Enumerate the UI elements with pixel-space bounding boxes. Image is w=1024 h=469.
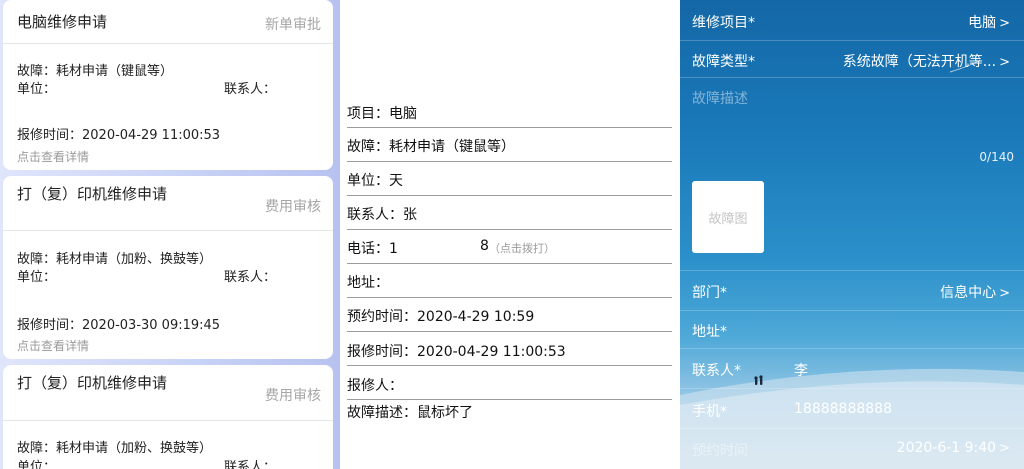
form-row-address[interactable]: 地址* [680,311,1024,349]
view-detail-link[interactable]: 点击查看详情 [17,148,89,165]
form-row-project[interactable]: 维修项目* 电脑 > [680,0,1024,41]
detail-project: 项目：电脑 [347,106,417,122]
detail-address-row: 地址： [347,264,672,298]
status-badge: 费用审核 [265,388,321,404]
contact-input[interactable]: 李 [794,360,808,380]
fault-text: 故障：耗材申请（加粉、换鼓等） [17,441,213,456]
detail-phone[interactable]: 电话：1 [347,238,398,258]
form-row-appointment[interactable]: 预约时间 2020-6-1 9:40 > [680,429,1024,469]
chevron-right-icon: > [999,441,1010,456]
address-label: 地址* [692,324,727,340]
contact-label: 联系人* [692,363,741,379]
detail-report-time: 报修时间：2020-04-29 11:00:53 [347,344,566,360]
unit-text: 单位： [17,270,57,285]
card-header: 打（复）印机维修申请 费用审核 [3,365,333,421]
detail-unit-row: 单位：天 [347,162,672,196]
phone-label: 手机* [692,404,727,420]
address-input[interactable] [794,317,1009,343]
appointment-value: 2020-6-1 9:40 [896,440,997,456]
repair-card[interactable]: 打（复）印机维修申请 费用审核 故障：耗材申请（加粉、换鼓等） 单位： 联系人：… [3,176,333,359]
fault-type-value: 系统故障（无法开机等... [842,54,997,70]
char-counter: 0/140 [979,150,1014,164]
fault-type-label: 故障类型* [692,54,755,70]
description-textarea[interactable]: 故障描述 [692,88,748,108]
form-row-department[interactable]: 部门* 信息中心 > [680,271,1024,311]
unit-text: 单位： [17,82,57,97]
dial-hint[interactable]: （点击拨打） [489,240,555,256]
contact-text: 联系人： [224,460,277,469]
card-title: 打（复）印机维修申请 [17,374,168,392]
report-time-text: 报修时间：2020-04-29 11:00:53 [17,128,221,143]
form-row-image-spacer [680,171,1024,271]
repair-detail-panel: 项目：电脑 故障：耗材申请（键鼠等） 单位：天 联系人：张 电话：1 8 （点击… [340,0,680,469]
unit-text: 单位： [17,460,57,469]
contact-text: 联系人： [224,270,277,285]
card-header: 电脑维修申请 新单审批 [3,0,333,44]
report-time-text: 报修时间：2020-03-30 09:19:45 [17,318,221,333]
phone-input[interactable]: 18888888888 [794,401,892,417]
chevron-right-icon: > [999,16,1010,31]
detail-description-row: 故障描述：鼠标坏了 [347,400,672,430]
detail-reporter-row: 报修人： [347,366,672,400]
card-title: 电脑维修申请 [17,13,108,31]
department-label: 部门* [692,285,727,301]
repair-form-panel: 维修项目* 电脑 > 故障类型* 系统故障（无法开机等... > 故障描述 0/14… [680,0,1024,469]
detail-phone-tail[interactable]: 8 [480,238,489,254]
fault-text: 故障：耗材申请（加粉、换鼓等） [17,252,213,267]
fault-type-select[interactable]: 系统故障（无法开机等... > [843,51,1010,71]
detail-fault: 故障：耗材申请（键鼠等） [347,139,515,155]
contact-text: 联系人： [224,82,277,97]
chevron-right-icon: > [999,286,1010,301]
status-badge: 费用审核 [265,199,321,215]
card-title: 打（复）印机维修申请 [17,185,168,203]
repair-list-panel: 电脑维修申请 新单审批 故障：耗材申请（键鼠等） 单位： 联系人： 报修时间：2… [0,0,340,469]
project-label: 维修项目* [692,15,755,31]
project-value: 电脑 [968,15,997,31]
fault-text: 故障：耗材申请（键鼠等） [17,64,174,79]
detail-report-time-row: 报修时间：2020-04-29 11:00:53 [347,332,672,366]
form-row-contact[interactable]: 联系人* 李 [680,349,1024,389]
detail-project-row: 项目：电脑 [347,98,672,128]
detail-appointment-row: 预约时间：2020-4-29 10:59 [347,298,672,332]
detail-fault-row: 故障：耗材申请（键鼠等） [347,128,672,162]
detail-appointment: 预约时间：2020-4-29 10:59 [347,309,535,325]
status-badge: 新单审批 [265,17,321,33]
department-value: 信息中心 [940,285,997,301]
department-select[interactable]: 信息中心 > [940,282,1010,302]
detail-description: 故障描述：鼠标坏了 [347,405,473,421]
detail-contact: 联系人：张 [347,207,417,223]
repair-card[interactable]: 电脑维修申请 新单审批 故障：耗材申请（键鼠等） 单位： 联系人： 报修时间：2… [3,0,333,170]
form-row-phone[interactable]: 手机* 18888888888 [680,389,1024,429]
detail-address: 地址： [347,275,389,291]
detail-unit: 单位：天 [347,173,403,189]
appointment-picker[interactable]: 2020-6-1 9:40 > [897,440,1010,456]
repair-card[interactable]: 打（复）印机维修申请 费用审核 故障：耗材申请（加粉、换鼓等） 单位： 联系人： [3,365,333,469]
card-header: 打（复）印机维修申请 费用审核 [3,176,333,231]
detail-reporter: 报修人： [347,378,403,394]
appointment-label: 预约时间 [692,443,748,459]
view-detail-link[interactable]: 点击查看详情 [17,337,89,354]
form-row-fault-type[interactable]: 故障类型* 系统故障（无法开机等... > [680,41,1024,78]
project-select[interactable]: 电脑 > [968,12,1010,32]
detail-phone-row[interactable]: 电话：1 8 （点击拨打） [347,230,672,264]
detail-contact-row: 联系人：张 [347,196,672,230]
chevron-right-icon: > [999,55,1010,70]
